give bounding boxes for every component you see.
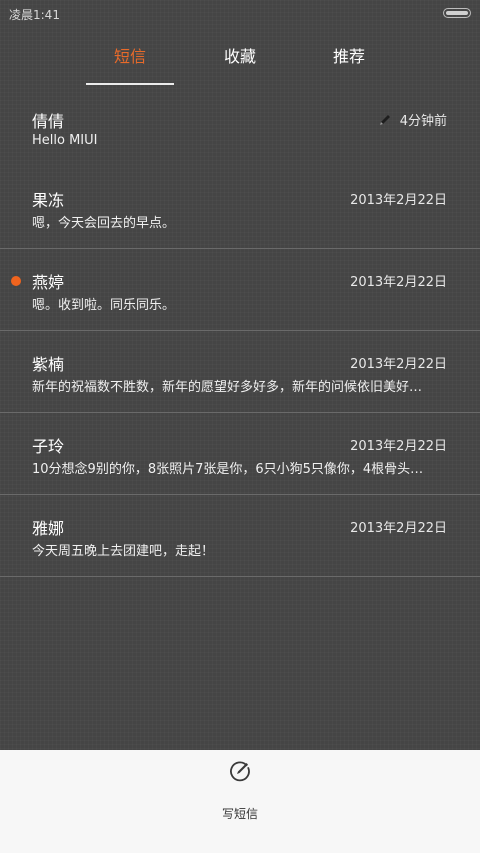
- message-preview: 今天周五晚上去团建吧，走起！: [32, 544, 215, 559]
- compose-icon: [230, 761, 250, 782]
- message-time-wrap: 4分钟前: [378, 110, 447, 129]
- message-preview: Hello MIUI: [32, 133, 98, 148]
- contact-name: 倩倩: [32, 112, 65, 131]
- message-preview: 10分想念9别的你，8张照片7张是你，6只小狗5只像你，4根骨头…: [32, 462, 424, 477]
- conversation-row[interactable]: 紫楠 新年的祝福数不胜数，新年的愿望好多好多，新年的问候依旧美好… 2013年2…: [0, 331, 480, 413]
- bottom-action-bar: 写短信: [0, 750, 480, 853]
- conversation-row[interactable]: 果冻 嗯，今天会回去的早点。 2013年2月22日: [0, 167, 480, 249]
- contact-name: 子玲: [32, 437, 65, 456]
- status-time: 凌晨1:41: [9, 8, 60, 22]
- compose-button[interactable]: 写短信: [200, 758, 280, 824]
- tab-favorites[interactable]: 收藏: [190, 38, 290, 84]
- message-time: 2013年2月22日: [350, 275, 447, 290]
- contact-name: 雅娜: [32, 519, 65, 538]
- message-preview: 新年的祝福数不胜数，新年的愿望好多好多，新年的问候依旧美好…: [32, 380, 423, 395]
- message-time: 2013年2月22日: [350, 357, 447, 372]
- battery-icon: [443, 8, 471, 18]
- conversation-row[interactable]: 倩倩 Hello MIUI 4分钟前: [0, 88, 480, 167]
- message-time: 2013年2月22日: [350, 521, 447, 536]
- message-time: 4分钟前: [399, 114, 447, 129]
- status-bar: 凌晨1:41: [0, 0, 480, 26]
- message-time: 2013年2月22日: [350, 439, 447, 454]
- contact-name: 紫楠: [32, 355, 65, 374]
- unread-dot-icon: [11, 276, 21, 286]
- message-time: 2013年2月22日: [350, 193, 447, 208]
- contact-name: 果冻: [32, 191, 65, 210]
- message-preview: 嗯。收到啦。同乐同乐。: [32, 298, 176, 313]
- draft-pencil-icon: [379, 115, 390, 125]
- conversation-list: 倩倩 Hello MIUI 4分钟前 果冻 嗯，今天会回去的早点。 2013年2…: [0, 88, 480, 577]
- tab-bar: 短信 收藏 推荐: [0, 38, 480, 88]
- conversation-row[interactable]: 子玲 10分想念9别的你，8张照片7张是你，6只小狗5只像你，4根骨头… 201…: [0, 413, 480, 495]
- message-preview: 嗯，今天会回去的早点。: [32, 216, 176, 231]
- conversation-row[interactable]: 雅娜 今天周五晚上去团建吧，走起！ 2013年2月22日: [0, 495, 480, 577]
- tab-recommended[interactable]: 推荐: [299, 38, 399, 84]
- compose-label: 写短信: [221, 807, 258, 821]
- tab-messages[interactable]: 短信: [80, 38, 180, 84]
- conversation-row[interactable]: 燕婷 嗯。收到啦。同乐同乐。 2013年2月22日: [0, 249, 480, 331]
- contact-name: 燕婷: [32, 273, 65, 292]
- active-tab-indicator: [86, 83, 174, 85]
